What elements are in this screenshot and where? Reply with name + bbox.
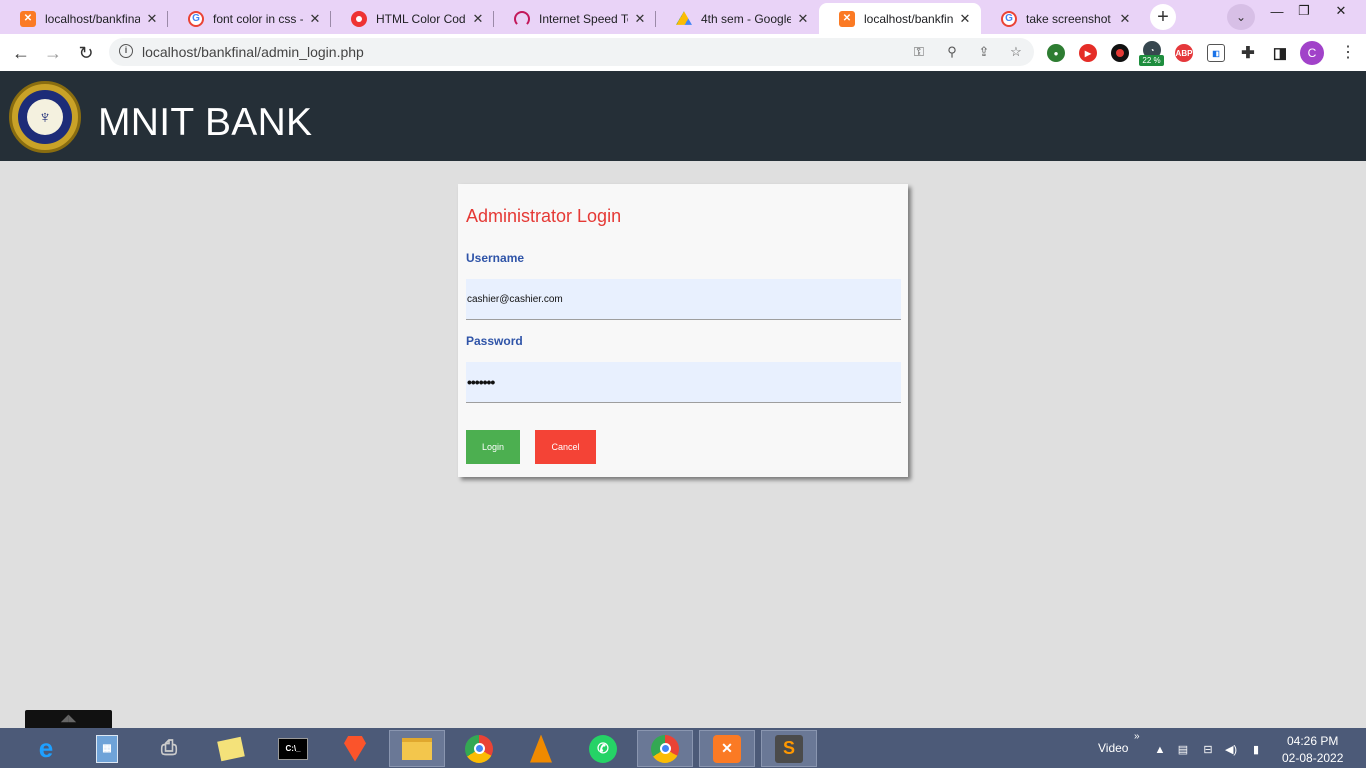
browser-tab-strip: ✕ localhost/bankfinal ✕ G font color in … (0, 0, 1366, 34)
tab-localhost-bankfinal-1[interactable]: ✕ localhost/bankfinal ✕ (0, 3, 168, 34)
close-tab-icon[interactable]: ✕ (1117, 11, 1133, 27)
minimize-icon[interactable]: — (1262, 0, 1292, 22)
logo-ring: ♆ (18, 90, 72, 144)
reload-icon[interactable]: ↻ (73, 40, 99, 66)
new-tab-button[interactable]: + (1150, 4, 1176, 30)
restore-icon[interactable]: ❐ (1289, 0, 1319, 22)
tab-title: HTML Color Codes (376, 11, 466, 26)
show-hidden-icons-icon[interactable]: ▲ (1153, 743, 1167, 757)
record-icon[interactable] (1111, 44, 1129, 62)
chrome-profile-icon[interactable] (637, 730, 693, 767)
command-prompt-icon[interactable]: C:\_ (265, 730, 321, 767)
sticky-notes-icon[interactable] (203, 730, 259, 767)
address-bar-url[interactable]: localhost/bankfinal/admin_login.php (142, 44, 364, 60)
internet-explorer-icon[interactable]: e (18, 730, 74, 767)
window-close-icon[interactable]: ✕ (1326, 0, 1356, 22)
close-tab-icon[interactable]: ✕ (144, 11, 160, 27)
media-popup[interactable]: ◢◣ (25, 710, 112, 728)
keyboard-icon[interactable]: ▤ (1176, 743, 1190, 757)
back-arrow-icon[interactable]: ← (8, 40, 34, 66)
username-label: Username (466, 251, 525, 265)
cancel-button[interactable]: Cancel (535, 430, 596, 464)
extension-icon[interactable]: ◧ (1207, 44, 1225, 62)
bookmark-star-icon[interactable]: ☆ (1005, 42, 1027, 62)
close-tab-icon[interactable]: ✕ (632, 11, 648, 27)
username-input[interactable] (466, 279, 901, 320)
idm-icon[interactable]: ● (1047, 44, 1065, 62)
share-icon[interactable]: ⇪ (973, 42, 995, 62)
tab-take-screenshot[interactable]: G take screenshot in ✕ (981, 3, 1141, 34)
login-button[interactable]: Login (466, 430, 520, 464)
kebab-menu-icon[interactable]: ⋮ (1340, 42, 1356, 64)
google-icon: G (188, 10, 204, 27)
logo-emblem: ♆ (27, 99, 63, 135)
google-icon: G (1001, 10, 1017, 27)
clock-date[interactable]: 02-08-2022 (1282, 751, 1343, 765)
tab-title: font color in css - Google (213, 11, 303, 26)
forward-arrow-icon[interactable]: → (40, 40, 66, 66)
zoom-icon[interactable]: ⚲ (941, 42, 963, 62)
vlc-icon[interactable] (513, 730, 569, 767)
xampp-icon: ✕ (20, 10, 36, 27)
calculator-icon[interactable]: ▦ (79, 730, 135, 767)
side-panel-icon[interactable]: ◨ (1271, 44, 1289, 62)
site-header: ♆ MNIT BANK (0, 71, 1366, 161)
speed-badge: 22 % (1139, 55, 1164, 66)
tab-title: localhost/bankfinal (864, 11, 953, 26)
sublime-text-icon[interactable]: S (761, 730, 817, 767)
battery-icon[interactable]: ▮ (1249, 743, 1263, 757)
tray-overflow-chevron-icon[interactable]: » (1134, 731, 1140, 742)
brand-title: MNIT BANK (98, 101, 313, 144)
volume-icon[interactable]: ◀) (1224, 743, 1238, 757)
close-tab-icon[interactable]: ✕ (795, 11, 811, 27)
chrome-icon[interactable] (451, 730, 507, 767)
address-bar[interactable]: i localhost/bankfinal/admin_login.php ⚿ … (109, 38, 1034, 66)
login-heading: Administrator Login (466, 206, 622, 226)
google-drive-icon (676, 11, 692, 25)
network-icon[interactable]: ⊟ (1201, 743, 1215, 757)
video-extension-icon[interactable]: ▶ (1079, 44, 1097, 62)
password-label: Password (466, 334, 523, 348)
admin-login-card: Administrator Login Username Password Lo… (458, 184, 908, 477)
tray-video-label[interactable]: Video (1098, 741, 1128, 755)
profile-avatar[interactable]: C (1300, 41, 1324, 65)
tab-localhost-bankfinal-active[interactable]: ✕ localhost/bankfinal ✕ (819, 3, 981, 34)
puzzle-icon[interactable]: ✚ (1239, 44, 1257, 62)
close-tab-icon[interactable]: ✕ (470, 11, 486, 27)
clock-time[interactable]: 04:26 PM (1287, 734, 1338, 748)
key-icon[interactable]: ⚿ (908, 42, 930, 62)
tab-4th-sem-google-drive[interactable]: 4th sem - Google Drive ✕ (656, 3, 819, 34)
tab-html-color-codes[interactable]: HTML Color Codes ✕ (331, 3, 494, 34)
tab-title: Internet Speed Test (539, 11, 628, 26)
close-tab-icon[interactable]: ✕ (957, 11, 973, 27)
tab-title: take screenshot in (1026, 11, 1113, 26)
printer-icon[interactable]: ⎙ (141, 730, 197, 767)
brave-icon[interactable] (327, 730, 383, 767)
file-explorer-icon[interactable] (389, 730, 445, 767)
speedtest-icon (514, 10, 530, 27)
htmlcolorcodes-icon (351, 10, 367, 27)
tab-font-color-in-css[interactable]: G font color in css - Google ✕ (168, 3, 331, 34)
tab-title: 4th sem - Google Drive (701, 11, 791, 26)
close-tab-icon[interactable]: ✕ (307, 11, 323, 27)
xampp-icon: ✕ (839, 10, 855, 27)
adblock-icon[interactable]: ABP (1175, 44, 1193, 62)
mnit-seal-logo: ♆ (9, 81, 81, 153)
tab-internet-speed-test[interactable]: Internet Speed Test ✕ (494, 3, 656, 34)
tab-search-chevron-icon[interactable]: ⌄ (1227, 4, 1255, 30)
site-info-icon[interactable]: i (119, 44, 133, 58)
tab-title: localhost/bankfinal (45, 11, 140, 26)
xampp-icon[interactable]: ✕ (699, 730, 755, 767)
whatsapp-icon[interactable]: ✆ (575, 730, 631, 767)
password-input[interactable] (466, 362, 901, 403)
